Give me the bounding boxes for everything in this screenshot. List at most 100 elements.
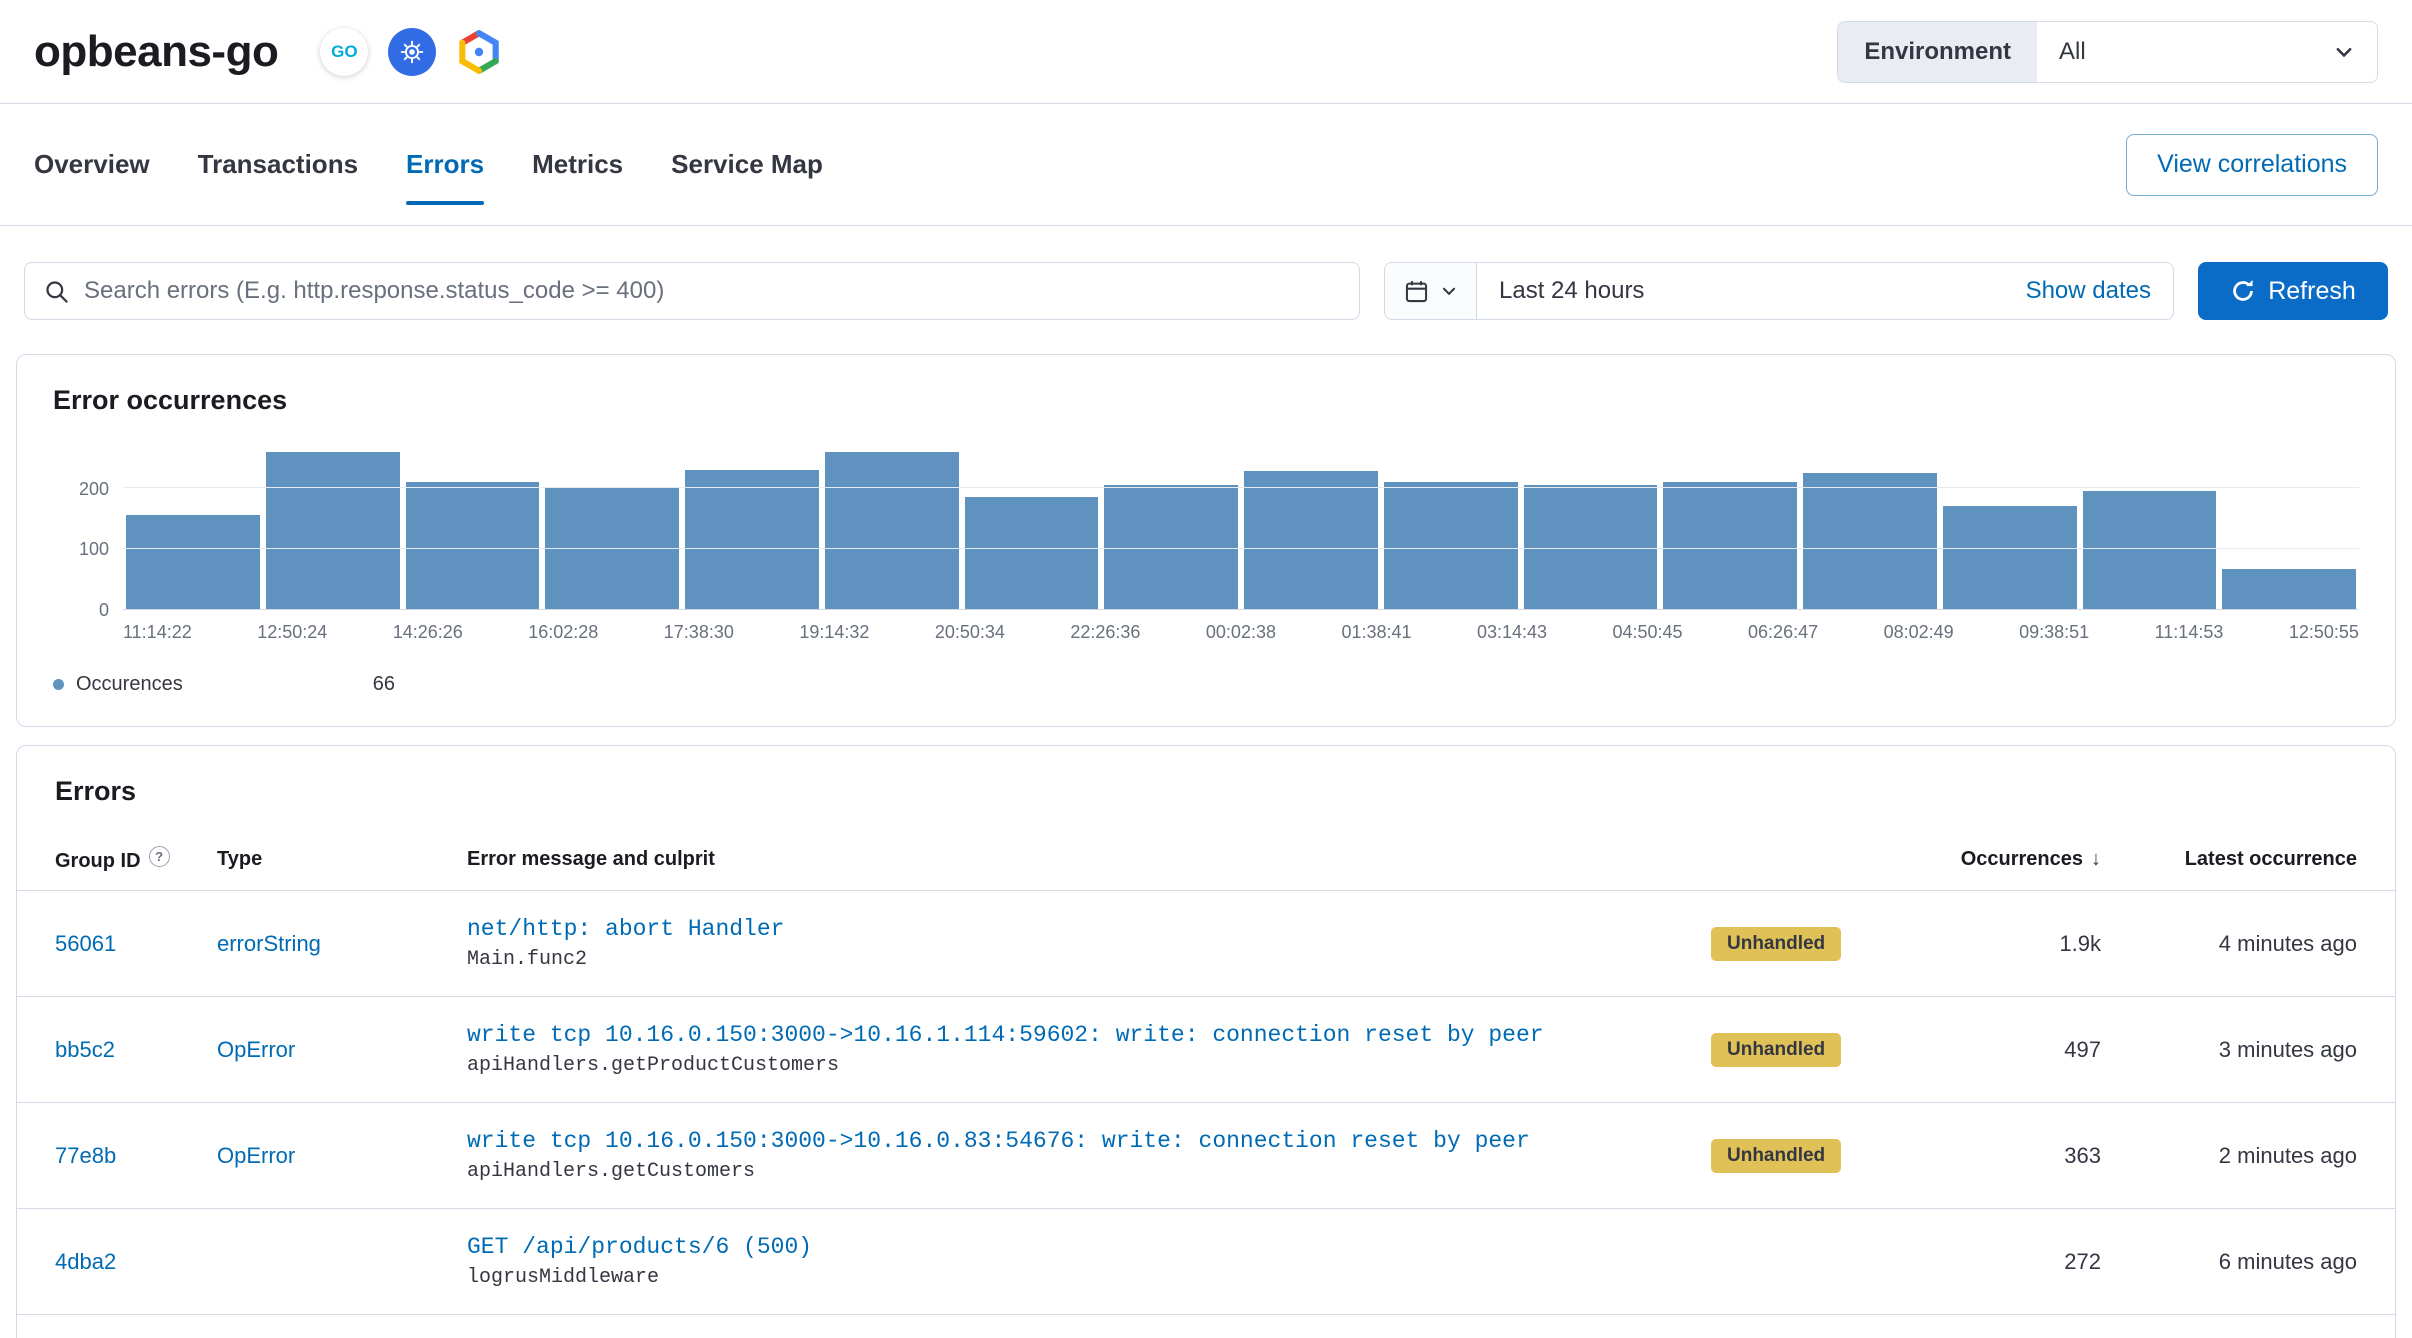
latest-occurrence: 4 minutes ago — [2101, 931, 2357, 957]
occurrences-count: 272 — [1911, 1249, 2101, 1275]
environment-value: All — [2059, 38, 2086, 66]
help-icon[interactable]: ? — [149, 846, 170, 867]
chart-bar[interactable] — [126, 515, 260, 609]
x-tick-label: 11:14:22 — [123, 622, 192, 643]
occurrences-count: 1.9k — [1911, 931, 2101, 957]
errors-table-body: 56061 errorString net/http: abort Handler M… — [17, 891, 2395, 1315]
x-tick-label: 12:50:55 — [2289, 622, 2359, 643]
show-dates-link[interactable]: Show dates — [2026, 277, 2173, 305]
x-tick-label: 04:50:45 — [1613, 622, 1683, 643]
tab-transactions[interactable]: Transactions — [198, 104, 358, 225]
unhandled-badge: Unhandled — [1711, 927, 1841, 961]
col-type: Type — [217, 848, 467, 871]
error-group-id-link[interactable]: 56061 — [55, 931, 116, 956]
app-header: opbeans-go GO — [0, 0, 2412, 104]
x-tick-label: 11:14:53 — [2155, 622, 2224, 643]
latest-occurrence: 2 minutes ago — [2101, 1143, 2357, 1169]
unhandled-badge: Unhandled — [1711, 1033, 1841, 1067]
x-tick-label: 22:26:36 — [1070, 622, 1140, 643]
chart-legend-item[interactable]: Occurences 66 — [53, 673, 2359, 696]
occurrences-count: 363 — [1911, 1143, 2101, 1169]
legend-label: Occurences — [76, 673, 183, 696]
errors-table: Group ID? Type Error message and culprit… — [17, 829, 2395, 1315]
error-culprit: Main.func2 — [467, 948, 1681, 971]
chart-bar[interactable] — [406, 482, 540, 609]
refresh-button[interactable]: Refresh — [2198, 262, 2388, 320]
search-errors-input[interactable] — [84, 277, 1341, 305]
error-type-link[interactable]: OpError — [217, 1037, 295, 1062]
legend-value: 66 — [373, 673, 395, 696]
error-group-id-link[interactable]: 77e8b — [55, 1143, 116, 1168]
gcp-icon — [456, 29, 502, 75]
x-tick-label: 14:26:26 — [393, 622, 463, 643]
x-tick-label: 20:50:34 — [935, 622, 1005, 643]
gridline — [123, 548, 2359, 549]
errors-title: Errors — [17, 776, 2395, 807]
chart-bar[interactable] — [965, 497, 1099, 609]
date-picker: Last 24 hours Show dates — [1384, 262, 2174, 320]
col-occurrences-label: Occurrences — [1961, 848, 2083, 870]
chart-bar[interactable] — [2222, 569, 2356, 609]
errors-table-header: Group ID? Type Error message and culprit… — [17, 829, 2395, 891]
controls-row: Last 24 hours Show dates Refresh — [0, 262, 2412, 320]
error-message-link[interactable]: write tcp 10.16.0.150:3000->10.16.1.114:… — [467, 1022, 1681, 1048]
kubernetes-icon — [388, 28, 436, 76]
environment-select[interactable]: Environment All — [1837, 21, 2378, 83]
x-tick-label: 00:02:38 — [1206, 622, 1276, 643]
x-tick-label: 06:26:47 — [1748, 622, 1818, 643]
chart-bar[interactable] — [1384, 482, 1518, 609]
x-tick-label: 19:14:32 — [799, 622, 869, 643]
chart-bar[interactable] — [1943, 506, 2077, 609]
chart-x-axis: 11:14:2212:50:2414:26:2616:02:2817:38:30… — [123, 622, 2359, 643]
error-group-id-link[interactable]: 4dba2 — [55, 1249, 116, 1274]
col-occurrences[interactable]: Occurrences↓ — [1911, 848, 2101, 871]
col-group-id: Group ID? — [55, 846, 217, 873]
calendar-icon — [1403, 278, 1430, 305]
error-message-link[interactable]: net/http: abort Handler — [467, 916, 1681, 942]
x-tick-label: 09:38:51 — [2019, 622, 2089, 643]
error-occurrences-panel: Error occurrences 0100200 11:14:2212:50:… — [16, 354, 2396, 727]
x-tick-label: 08:02:49 — [1884, 622, 1954, 643]
chart-bar[interactable] — [2083, 491, 2217, 609]
chart-bar[interactable] — [266, 452, 400, 609]
refresh-icon — [2230, 278, 2256, 304]
chart-bar[interactable] — [1244, 471, 1378, 609]
tab-metrics[interactable]: Metrics — [532, 104, 623, 225]
latest-occurrence: 6 minutes ago — [2101, 1249, 2357, 1275]
occurrences-count: 497 — [1911, 1037, 2101, 1063]
chart-bar[interactable] — [1663, 482, 1797, 609]
gridline — [123, 487, 2359, 488]
tab-service-map[interactable]: Service Map — [671, 104, 823, 225]
error-group-id-link[interactable]: bb5c2 — [55, 1037, 115, 1062]
time-range-button[interactable]: Last 24 hours — [1477, 277, 2026, 305]
col-group-id-label: Group ID — [55, 850, 141, 872]
error-type-link[interactable]: errorString — [217, 931, 321, 956]
service-title: opbeans-go — [34, 27, 278, 77]
tab-errors[interactable]: Errors — [406, 104, 484, 225]
chart-bar[interactable] — [685, 470, 819, 609]
y-tick-label: 0 — [99, 600, 109, 620]
quick-select-button[interactable] — [1385, 263, 1477, 319]
error-message-link[interactable]: write tcp 10.16.0.150:3000->10.16.0.83:5… — [467, 1128, 1681, 1154]
col-message: Error message and culprit — [467, 848, 1711, 871]
go-agent-icon-label: GO — [331, 42, 357, 62]
y-tick-label: 200 — [79, 479, 109, 499]
error-occurrences-title: Error occurrences — [53, 385, 2359, 416]
search-icon — [43, 278, 70, 305]
table-row: 77e8b OpError write tcp 10.16.0.150:3000->… — [17, 1103, 2395, 1209]
tab-overview[interactable]: Overview — [34, 104, 150, 225]
error-culprit: apiHandlers.getCustomers — [467, 1160, 1681, 1183]
table-row: bb5c2 OpError write tcp 10.16.0.150:3000->… — [17, 997, 2395, 1103]
chart-y-axis: 0100200 — [53, 440, 123, 610]
col-latest-occurrence: Latest occurrence — [2101, 848, 2357, 871]
x-tick-label: 17:38:30 — [664, 622, 734, 643]
view-correlations-button[interactable]: View correlations — [2126, 134, 2378, 196]
error-message-link[interactable]: GET /api/products/6 (500) — [467, 1234, 1681, 1260]
legend-dot-icon — [53, 679, 64, 690]
y-tick-label: 100 — [79, 539, 109, 559]
go-agent-icon: GO — [320, 28, 368, 76]
chevron-down-icon — [1440, 282, 1458, 300]
chart-bar[interactable] — [1803, 473, 1937, 609]
chart-bar[interactable] — [825, 452, 959, 609]
error-type-link[interactable]: OpError — [217, 1143, 295, 1168]
